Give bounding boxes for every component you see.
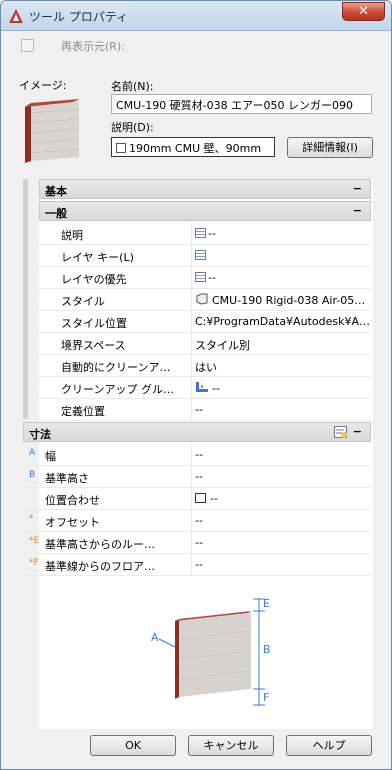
property-key: 境界スペース — [61, 339, 126, 352]
wall-style-icon — [196, 293, 208, 305]
dimension-marker-b: B — [29, 470, 36, 480]
table-icon — [195, 250, 206, 260]
property-key: 説明 — [61, 229, 83, 242]
diagram-label-e: E — [263, 597, 270, 610]
collapse-general-icon[interactable]: − — [353, 204, 362, 217]
dimension-marker-a: A — [29, 448, 36, 458]
section-dimensions[interactable]: 寸法 − — [23, 422, 371, 442]
section-general[interactable]: 一般 − — [39, 201, 371, 221]
property-row-roof-line-offset[interactable]: *E 基準高さからのルー… -- — [23, 532, 371, 554]
cleanup-group-icon — [196, 382, 208, 392]
dimension-marker-star: * — [29, 514, 34, 524]
property-key: レイヤ キー(L) — [61, 251, 134, 264]
property-row-floor-line-offset[interactable]: *F 基準線からのフロア… -- — [23, 554, 371, 576]
property-value — [195, 249, 371, 262]
title-bar: ツール プロパティ ✕ — [1, 1, 391, 31]
diagram-label-a: A — [151, 631, 159, 644]
property-row-justify[interactable]: 位置合わせ -- — [23, 488, 371, 510]
redisplay-label: 再表示元(R): — [61, 40, 125, 53]
section-basic[interactable]: 基本 − — [39, 179, 371, 199]
section-basic-title: 基本 — [45, 185, 67, 198]
property-value: -- — [195, 470, 203, 483]
help-button[interactable]: ヘルプ — [286, 735, 372, 756]
property-key: クリーンアップ グル… — [61, 383, 174, 396]
property-key: 幅 — [45, 450, 56, 463]
property-grid: 基本 − 一般 − 説明 -- レイヤ キー(L) レイヤの優先 -- スタイル CMU-… — [23, 179, 373, 729]
property-row-width[interactable]: A 幅 -- — [23, 444, 371, 466]
property-row-layer-key[interactable]: レイヤ キー(L) — [39, 245, 371, 267]
table-icon — [195, 272, 206, 282]
collapse-basic-icon[interactable]: − — [353, 182, 362, 195]
table-icon — [195, 228, 206, 238]
value-text: -- — [208, 271, 216, 284]
value-text: -- — [210, 492, 218, 505]
property-row-style-location[interactable]: スタイル位置 C:¥ProgramData¥Autodesk¥A… — [39, 311, 371, 333]
ok-button[interactable]: OK — [90, 735, 176, 756]
property-value: -- — [195, 271, 371, 284]
property-key: スタイル位置 — [61, 317, 127, 330]
property-key: 基準高さ — [45, 472, 89, 485]
description-field[interactable]: 190mm CMU 壁、90mm — [111, 137, 275, 157]
dimension-marker-f: *F — [29, 558, 39, 568]
image-label: イメージ: — [19, 79, 67, 92]
tool-properties-window: ツール プロパティ ✕ 再表示元(R): イメージ: 名前(N): CMU-19… — [0, 0, 392, 770]
property-key: 自動的にクリーンア… — [61, 361, 171, 374]
property-row-base-height[interactable]: B 基準高さ -- — [23, 466, 371, 488]
diagram-label-b: B — [263, 643, 271, 656]
property-row-description[interactable]: 説明 -- — [39, 223, 371, 245]
property-value: スタイル別 — [195, 339, 250, 352]
quick-select-icon[interactable] — [334, 426, 348, 439]
property-row-style[interactable]: スタイル CMU-190 Rigid-038 Air-05… — [39, 289, 371, 311]
property-row-auto-cleanup[interactable]: 自動的にクリーンア… はい — [39, 355, 371, 377]
property-value: はい — [195, 361, 217, 374]
property-value: CMU-190 Rigid-038 Air-05… — [195, 293, 371, 307]
vertical-scrollbar[interactable] — [23, 179, 28, 419]
diagram-label-f: F — [263, 691, 269, 704]
property-value: -- — [195, 536, 203, 549]
property-value: -- — [195, 492, 371, 505]
property-value: -- — [195, 558, 203, 571]
property-row-layer-override[interactable]: レイヤの優先 -- — [39, 267, 371, 289]
property-key: 基準線からのフロア… — [45, 560, 155, 573]
property-row-bound-spaces[interactable]: 境界スペース スタイル別 — [39, 333, 371, 355]
property-key: 基準高さからのルー… — [45, 538, 155, 551]
property-key: オフセット — [45, 516, 100, 529]
value-text: CMU-190 Rigid-038 Air-05… — [212, 294, 366, 307]
property-key: レイヤの優先 — [61, 273, 127, 286]
name-label: 名前(N): — [111, 80, 154, 93]
property-value: -- — [195, 381, 371, 395]
redisplay-checkbox[interactable] — [21, 39, 34, 52]
property-key: 定義位置 — [61, 405, 105, 418]
property-value: -- — [195, 448, 203, 461]
details-button[interactable]: 詳細情報(I) — [287, 137, 373, 158]
property-value: -- — [195, 227, 371, 240]
value-text: -- — [212, 382, 220, 395]
collapse-dimensions-icon[interactable]: − — [353, 425, 362, 438]
value-text: -- — [208, 227, 216, 240]
property-row-offset[interactable]: * オフセット -- — [23, 510, 371, 532]
property-key: スタイル — [61, 295, 105, 308]
dimension-marker-e: *E — [29, 536, 40, 546]
section-general-title: 一般 — [45, 207, 67, 220]
window-title: ツール プロパティ — [29, 10, 129, 24]
description-value: 190mm CMU 壁、90mm — [129, 142, 262, 155]
property-row-definition[interactable]: 定義位置 -- — [39, 399, 371, 421]
autocad-logo-icon — [9, 9, 23, 23]
property-value: C:¥ProgramData¥Autodesk¥A… — [195, 315, 370, 328]
property-row-cleanup-group[interactable]: クリーンアップ グル… -- — [39, 377, 371, 399]
property-value: -- — [195, 403, 203, 416]
wall-preview-image — [25, 99, 80, 163]
wall-dimension-diagram: E A B F — [151, 597, 271, 706]
section-dimensions-title: 寸法 — [29, 428, 51, 441]
description-icon — [116, 143, 126, 153]
cancel-button[interactable]: キャンセル — [188, 735, 274, 756]
property-key: 位置合わせ — [45, 494, 100, 507]
description-label: 説明(D): — [111, 121, 154, 134]
name-input[interactable]: CMU-190 硬質材-038 エアー050 レンガー090 — [111, 94, 372, 114]
close-button[interactable]: ✕ — [342, 2, 385, 21]
property-value: -- — [195, 514, 203, 527]
justify-icon — [195, 493, 206, 503]
